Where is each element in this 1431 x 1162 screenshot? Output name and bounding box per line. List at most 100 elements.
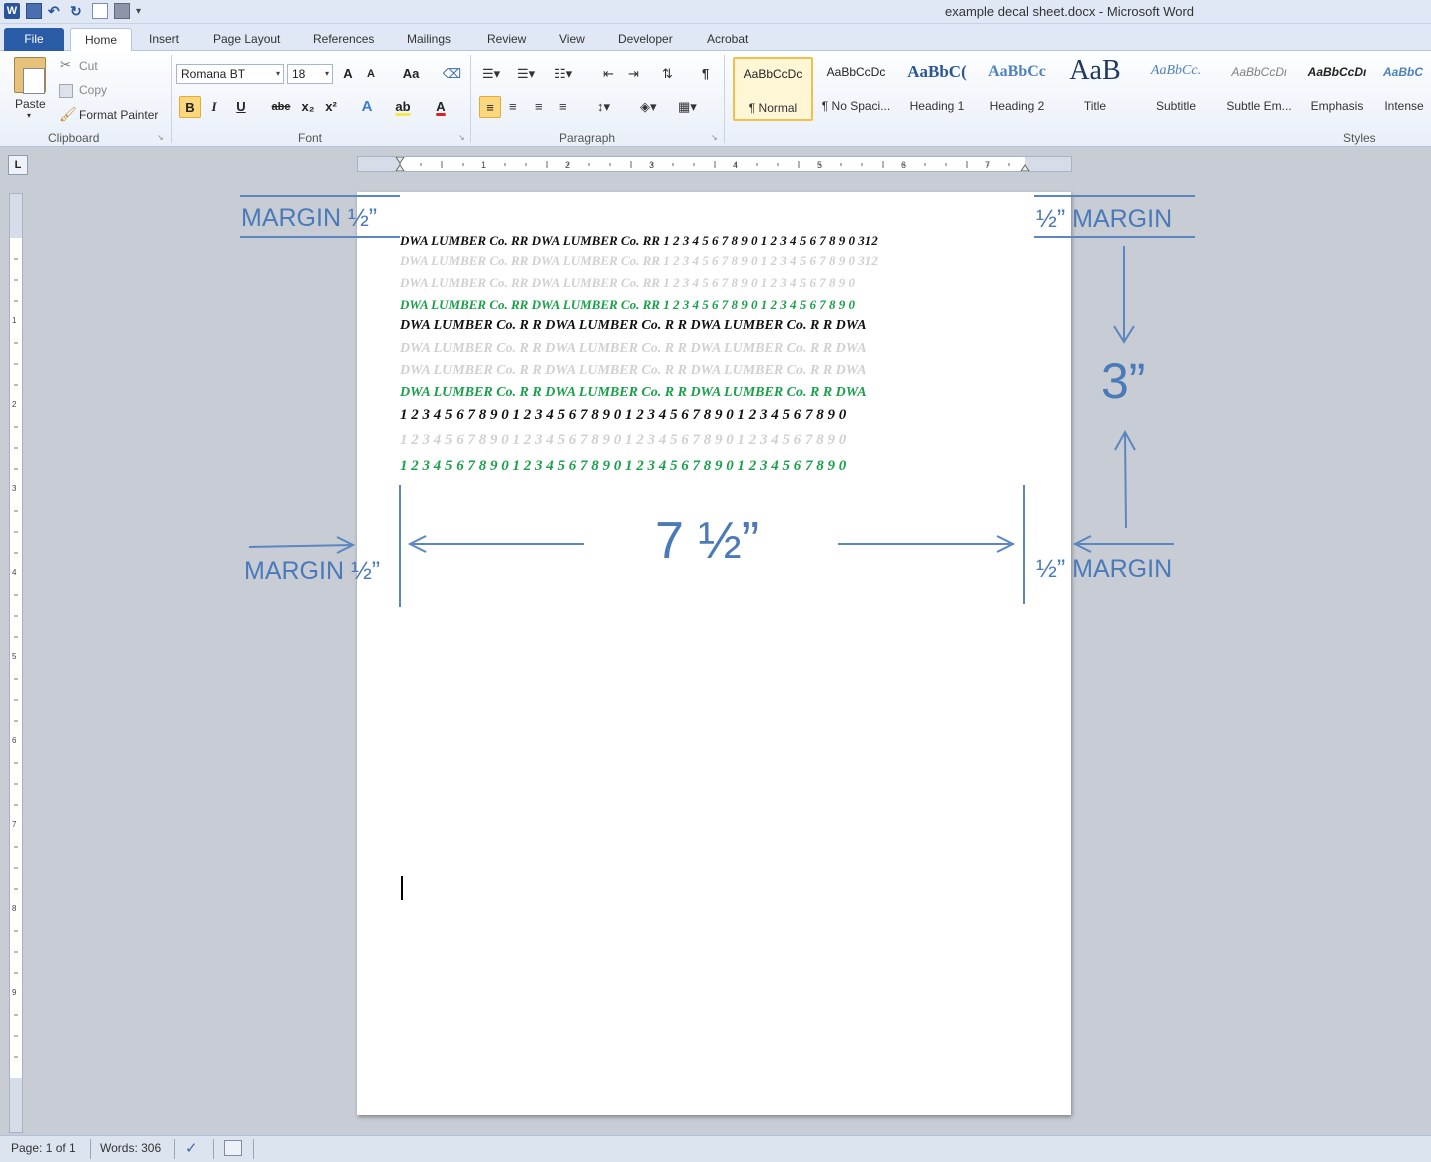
font-name-value: Romana BT [181,67,246,81]
divider [470,55,471,143]
style-intense[interactable]: AaBbC Intense [1377,57,1431,121]
bold-button[interactable]: B [179,96,201,118]
borders-icon[interactable]: ▦▾ [678,96,697,118]
style-heading-1[interactable]: AaBbC( Heading 1 [897,57,977,121]
multilevel-list-icon[interactable]: ☷▾ [554,63,572,85]
save-icon[interactable] [26,3,42,19]
tab-selector[interactable]: L [8,155,28,175]
grow-font-button[interactable]: A [337,63,359,85]
highlight-button[interactable]: ab [392,96,414,118]
show-formatting-icon[interactable]: ¶ [702,63,709,85]
style-subtle-emphasis[interactable]: AaBbCcDι Subtle Em... [1219,57,1299,121]
style-no-spacing[interactable]: AaBbCcDc ¶ No Spaci... [817,57,895,121]
tab-insert[interactable]: Insert [149,28,179,51]
new-document-icon[interactable] [92,3,108,19]
divider [724,55,725,143]
tab-file[interactable]: File [4,28,64,51]
horizontal-ruler[interactable]: 1 2 3 4 5 6 7 [357,156,1072,172]
decal-line[interactable]: DWA LUMBER Co. RR DWA LUMBER Co. RR 1 2 … [400,297,855,313]
font-name-combo[interactable]: Romana BT ▾ [176,64,284,84]
chevron-down-icon[interactable]: ▾ [276,65,280,83]
svg-text:6: 6 [901,160,906,170]
print-icon[interactable] [114,3,130,19]
decal-line[interactable]: DWA LUMBER Co. R R DWA LUMBER Co. R R DW… [400,385,867,401]
svg-text:2: 2 [12,400,17,409]
strikethrough-button[interactable]: abe [268,96,294,118]
chevron-down-icon[interactable]: ▾ [325,65,329,83]
svg-text:2: 2 [565,160,570,170]
decal-line[interactable]: 1 2 3 4 5 6 7 8 9 0 1 2 3 4 5 6 7 8 9 0 … [400,458,846,475]
svg-text:5: 5 [817,160,822,170]
style-heading-2[interactable]: AaBbCc Heading 2 [979,57,1055,121]
text-cursor [401,876,403,900]
subscript-button[interactable]: x₂ [297,96,319,118]
word-logo-icon[interactable]: W [4,3,20,19]
align-center-icon[interactable]: ≡ [509,96,517,118]
window-title: example decal sheet.docx - Microsoft Wor… [945,4,1195,19]
style-title[interactable]: AaB Title [1057,55,1133,121]
style-emphasis[interactable]: AaBbCcDι Emphasis [1301,57,1373,121]
font-launcher-icon[interactable]: ↘ [458,133,465,142]
paste-button[interactable]: Paste [15,97,46,111]
decal-line[interactable]: 1 2 3 4 5 6 7 8 9 0 1 2 3 4 5 6 7 8 9 0 … [400,407,846,424]
format-painter-icon: 🖌 [59,106,77,122]
clear-formatting-icon[interactable]: ⌫ [441,63,463,85]
tab-mailings[interactable]: Mailings [407,28,451,51]
bullets-icon[interactable]: ☰▾ [482,63,500,85]
tab-references[interactable]: References [313,28,374,51]
justify-icon[interactable]: ≡ [559,96,567,118]
italic-button[interactable]: I [203,96,225,118]
tab-home[interactable]: Home [70,28,132,52]
copy-button[interactable]: Copy [79,83,107,97]
tab-developer[interactable]: Developer [618,28,673,51]
customize-qat-icon[interactable]: ▾ [136,6,141,17]
decal-line[interactable]: DWA LUMBER Co. R R DWA LUMBER Co. R R DW… [400,318,867,334]
shrink-font-button[interactable]: A [360,63,382,85]
redo-icon[interactable]: ↻ [70,3,86,19]
font-size-combo[interactable]: 18 ▾ [287,64,333,84]
clipboard-launcher-icon[interactable]: ↘ [157,133,164,142]
style-name: Heading 2 [989,99,1045,113]
format-painter-button[interactable]: Format Painter [79,108,158,122]
style-normal[interactable]: AaBbCcDc ¶ Normal [733,57,813,121]
macro-recording-icon[interactable] [224,1140,242,1156]
style-subtitle[interactable]: AaBbCc. Subtitle [1137,57,1215,121]
cut-icon: ✂ [60,57,71,72]
tab-view[interactable]: View [559,28,585,51]
decal-line[interactable]: 1 2 3 4 5 6 7 8 9 0 1 2 3 4 5 6 7 8 9 0 … [400,432,846,449]
decal-line[interactable]: DWA LUMBER Co. RR DWA LUMBER Co. RR 1 2 … [400,253,878,269]
vertical-ruler[interactable]: 1 2 3 4 5 6 7 8 9 [9,193,23,1133]
align-right-icon[interactable]: ≡ [535,96,543,118]
align-left-icon[interactable]: ≡ [479,96,501,118]
decal-line[interactable]: DWA LUMBER Co. R R DWA LUMBER Co. R R DW… [400,363,867,379]
cut-button[interactable]: Cut [79,59,98,73]
svg-text:5: 5 [12,652,17,661]
paste-dropdown-icon[interactable]: ▾ [27,111,31,120]
paste-icon[interactable] [14,57,46,94]
decrease-indent-icon[interactable]: ⇤ [603,63,614,85]
style-name: ¶ No Spaci... [821,99,891,113]
proofing-icon[interactable]: ✓ [185,1139,198,1157]
undo-icon[interactable]: ↶ [48,3,64,19]
svg-text:3: 3 [12,484,17,493]
tab-acrobat[interactable]: Acrobat [707,28,748,51]
increase-indent-icon[interactable]: ⇥ [628,63,639,85]
page-count[interactable]: Page: 1 of 1 [11,1141,76,1155]
underline-button[interactable]: U [230,96,252,118]
sort-icon[interactable]: ⇅ [662,63,673,85]
decal-line[interactable]: DWA LUMBER Co. R R DWA LUMBER Co. R R DW… [400,341,867,357]
text-effects-icon[interactable]: A [356,96,378,118]
font-group-label: Font [298,131,323,145]
numbering-icon[interactable]: ☰▾ [517,63,535,85]
paragraph-launcher-icon[interactable]: ↘ [711,133,718,142]
change-case-button[interactable]: Aa [397,63,425,85]
font-color-button[interactable]: A [430,96,452,118]
line-spacing-icon[interactable]: ↕▾ [597,96,610,118]
decal-line[interactable]: DWA LUMBER Co. RR DWA LUMBER Co. RR 1 2 … [400,275,855,291]
tab-page-layout[interactable]: Page Layout [213,28,280,51]
decal-line[interactable]: DWA LUMBER Co. RR DWA LUMBER Co. RR 1 2 … [400,233,878,249]
superscript-button[interactable]: x² [320,96,342,118]
shading-icon[interactable]: ◈▾ [640,96,657,118]
word-count[interactable]: Words: 306 [100,1141,161,1155]
tab-review[interactable]: Review [487,28,526,51]
